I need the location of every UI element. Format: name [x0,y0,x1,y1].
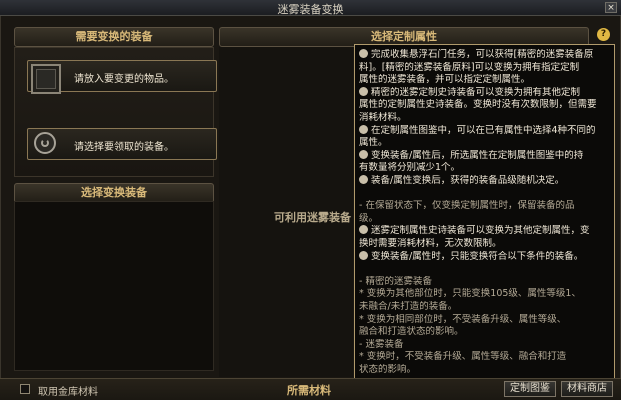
help-line: 精密的迷雾定制史诗装备可以变换为拥有其他定制 [359,86,612,99]
use-vault-checkbox[interactable] [20,384,30,394]
help-line: 料]。[精密的迷雾装备原料]可以变换为拥有指定定制 [359,61,580,73]
title-bar: 迷雾装备变换 × [0,0,621,16]
equip-slot-target[interactable]: 请选择要领取的装备。 [27,128,217,160]
help-line: * 变换为相同部位时，不受装备升级、属性等级、 [359,313,567,325]
help-line: 属性的定制属性史诗装备。变换时没有次数限制，但需要 [359,99,597,111]
window-title: 迷雾装备变换 [277,3,344,16]
help-line: 状态的影响。 [359,364,417,375]
attribute-placeholder: 可利用迷雾装备 [274,211,351,224]
bullet-icon [359,149,368,159]
equip-slot-source[interactable]: 请放入要变更的物品。 [27,60,217,94]
help-line: - 在保留状态下，仅变换定制属性时，保留装备的品 [359,200,575,212]
bullet-icon [359,250,368,260]
help-line: 完成收集悬浮石门任务，可以获得[精密的迷雾装备原 [359,49,612,61]
help-line: - 迷雾装备 [359,338,404,350]
use-vault-label: 取用金库材料 [38,387,98,398]
help-line-text: 完成收集悬浮石门任务，可以获得[精密的迷雾装备原 [371,49,594,60]
bullet-icon [359,175,368,184]
help-line: - 精密的迷雾装备 [359,275,432,287]
help-line-text: 变换装备/属性后，所选属性在定制属性图鉴中的持 [371,149,584,161]
help-line-text: 装备/属性变换后，获得的装备品级随机决定。 [371,175,565,186]
spiral-icon [34,132,56,154]
help-line: 换时需要消耗材料，无次数限制。 [359,238,502,249]
help-line: 变换装备/属性时，只能变换符合以下条件的装备。 [359,250,612,263]
bullet-icon [359,86,368,96]
bullet-icon [359,124,368,134]
help-icon[interactable]: ? [597,28,610,41]
material-shop-button[interactable]: 材料商店 [561,381,613,397]
help-line-text: 在定制属性图鉴中，可以在已有属性中选择4种不同的 [371,124,596,136]
help-line: 未融合/未打造的装备。 [359,301,458,312]
equip-list[interactable] [14,201,214,371]
bullet-icon [359,225,368,235]
bottom-bar: 取用金库材料 所需材料 定制图鉴 材料商店 [0,378,621,400]
help-line-text: 迷雾定制属性史诗装备可以变换为其他定制属性，变 [371,225,590,237]
help-line: 有数量将分别减少1个。 [359,162,461,174]
equip-slot-source-text: 请放入要变更的物品。 [74,74,174,85]
help-line-text: 精密的迷雾定制史诗装备可以变换为拥有其他定制 [371,86,581,98]
help-line: * 变换时，不受装备升级、属性等级、融合和打造 [359,351,567,363]
help-line: * 变换为其他部位时，只能变换105级、属性等级1、 [359,288,581,300]
help-tooltip: 完成收集悬浮石门任务，可以获得[精密的迷雾装备原 料]。[精密的迷雾装备原料]可以… [354,44,615,379]
help-line: 变换装备/属性后，所选属性在定制属性图鉴中的持 [359,149,612,162]
materials-label: 所需材料 [287,384,331,397]
help-line: 级。 [359,212,379,224]
section-header-list: 选择变换装备 [14,183,214,203]
equip-panel: 请放入要变更的物品。 请选择要领取的装备。 [14,47,217,177]
close-button[interactable]: × [605,2,617,13]
codex-button[interactable]: 定制图鉴 [504,381,556,397]
help-line: 迷雾定制属性史诗装备可以变换为其他定制属性，变 [359,225,612,237]
help-line: 在定制属性图鉴中，可以在已有属性中选择4种不同的 [359,124,612,137]
bullet-icon [359,49,368,58]
equip-slot-target-text: 请选择要领取的装备。 [74,142,174,153]
help-line: 属性。 [359,137,388,149]
help-line: 消耗材料。 [359,112,407,123]
help-line: 融合和打造状态的影响。 [359,326,464,338]
help-line: 装备/属性变换后，获得的装备品级随机决定。 [359,175,612,187]
section-header-equip: 需要变换的装备 [14,27,214,47]
help-line-text: 变换装备/属性时，只能变换符合以下条件的装备。 [371,250,584,262]
help-line: 属性的迷雾装备，并可以指定定制属性。 [359,74,531,86]
equip-slot-icon [31,64,61,94]
